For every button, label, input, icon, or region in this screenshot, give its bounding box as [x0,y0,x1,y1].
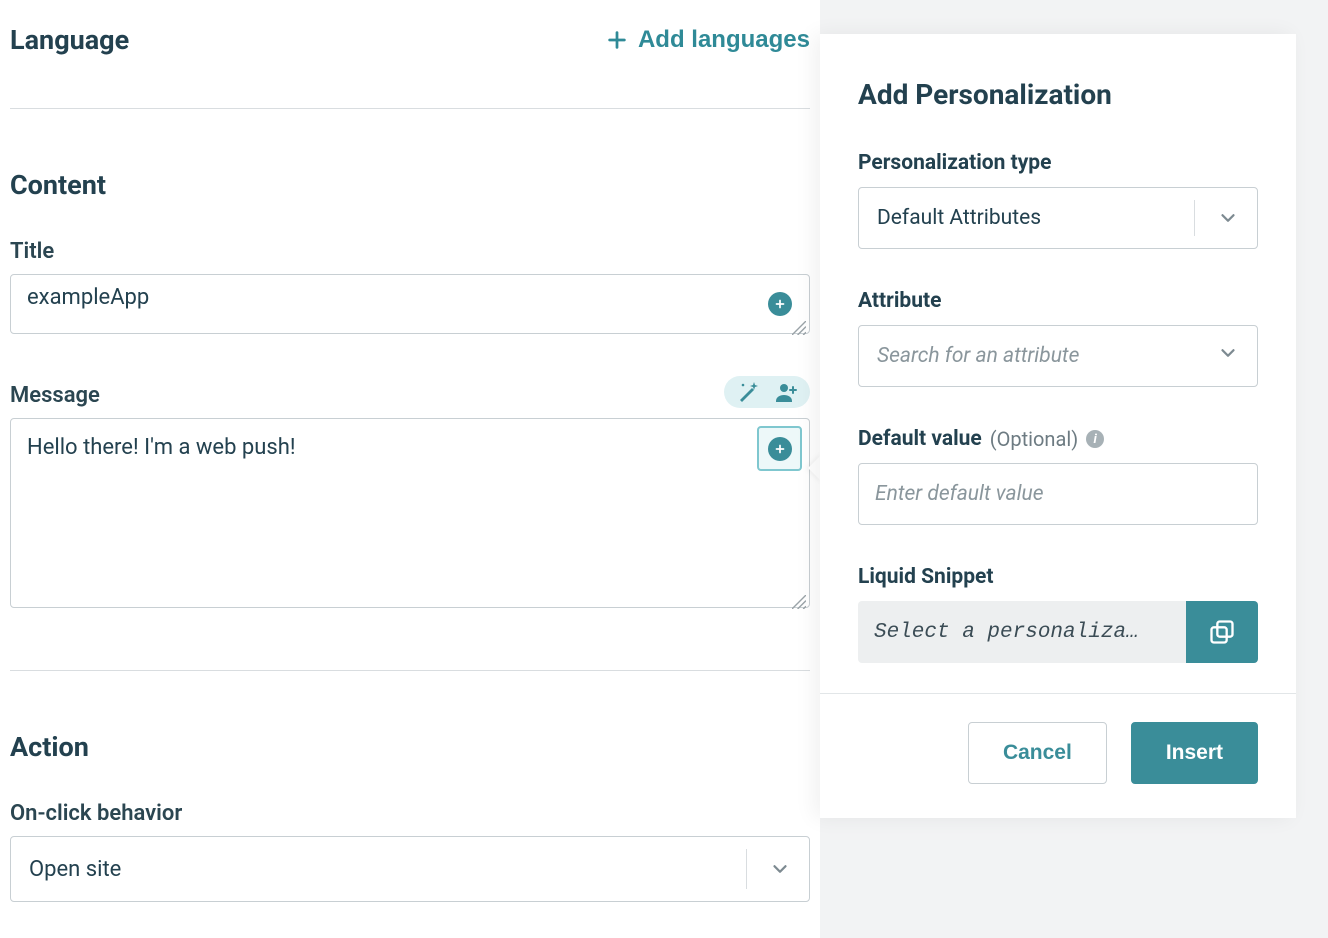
default-value-label: Default value (Optional) i [858,427,1258,451]
attribute-placeholder: Search for an attribute [877,344,1079,368]
plus-circle-icon [773,442,787,456]
title-input-wrap [10,274,810,338]
content-section: Content Title Message [10,109,810,612]
chevron-down-icon [1217,207,1239,229]
message-label: Message [10,383,100,408]
info-icon[interactable]: i [1086,430,1104,448]
language-heading: Language [10,24,129,56]
main-content-panel: Language Add languages Content Title M [0,0,820,938]
message-input[interactable] [10,418,810,608]
panel-title: Add Personalization [858,78,1258,111]
chevron-down-icon [1217,342,1239,364]
chevron-down-icon [769,858,791,880]
message-tools [724,376,810,408]
person-add-icon[interactable] [774,380,798,404]
content-heading: Content [10,169,810,201]
message-personalize-active[interactable] [757,426,802,471]
onclick-value: Open site [29,857,121,882]
personalization-type-select[interactable]: Default Attributes [858,187,1258,249]
message-input-wrap [10,418,810,612]
plus-circle-icon [773,297,787,311]
title-input[interactable] [10,274,810,334]
liquid-snippet-label: Liquid Snippet [858,565,1258,589]
personalization-type-value: Default Attributes [877,206,1041,230]
personalization-type-label: Personalization type [858,151,1258,175]
panel-footer: Cancel Insert [820,693,1296,818]
default-value-input[interactable] [858,463,1258,525]
optional-hint: (Optional) [990,427,1078,451]
add-languages-button[interactable]: Add languages [606,26,810,54]
onclick-label: On-click behavior [10,801,810,826]
attribute-label: Attribute [858,289,1258,313]
language-section-header: Language Add languages [10,10,810,98]
magic-wand-icon[interactable] [736,380,760,404]
plus-icon [606,29,628,51]
add-languages-label: Add languages [638,26,810,54]
action-heading: Action [10,731,810,763]
insert-button[interactable]: Insert [1131,722,1258,784]
onclick-select[interactable]: Open site [10,836,810,902]
personalization-panel: Add Personalization Personalization type… [820,34,1296,818]
liquid-snippet-output: Select a personaliza… [858,601,1186,663]
cancel-button[interactable]: Cancel [968,722,1107,784]
attribute-select[interactable]: Search for an attribute [858,325,1258,387]
copy-icon [1208,618,1236,646]
title-personalize-button[interactable] [768,292,792,316]
copy-snippet-button[interactable] [1186,601,1258,663]
title-label: Title [10,239,810,264]
action-section: Action On-click behavior Open site [10,671,810,902]
